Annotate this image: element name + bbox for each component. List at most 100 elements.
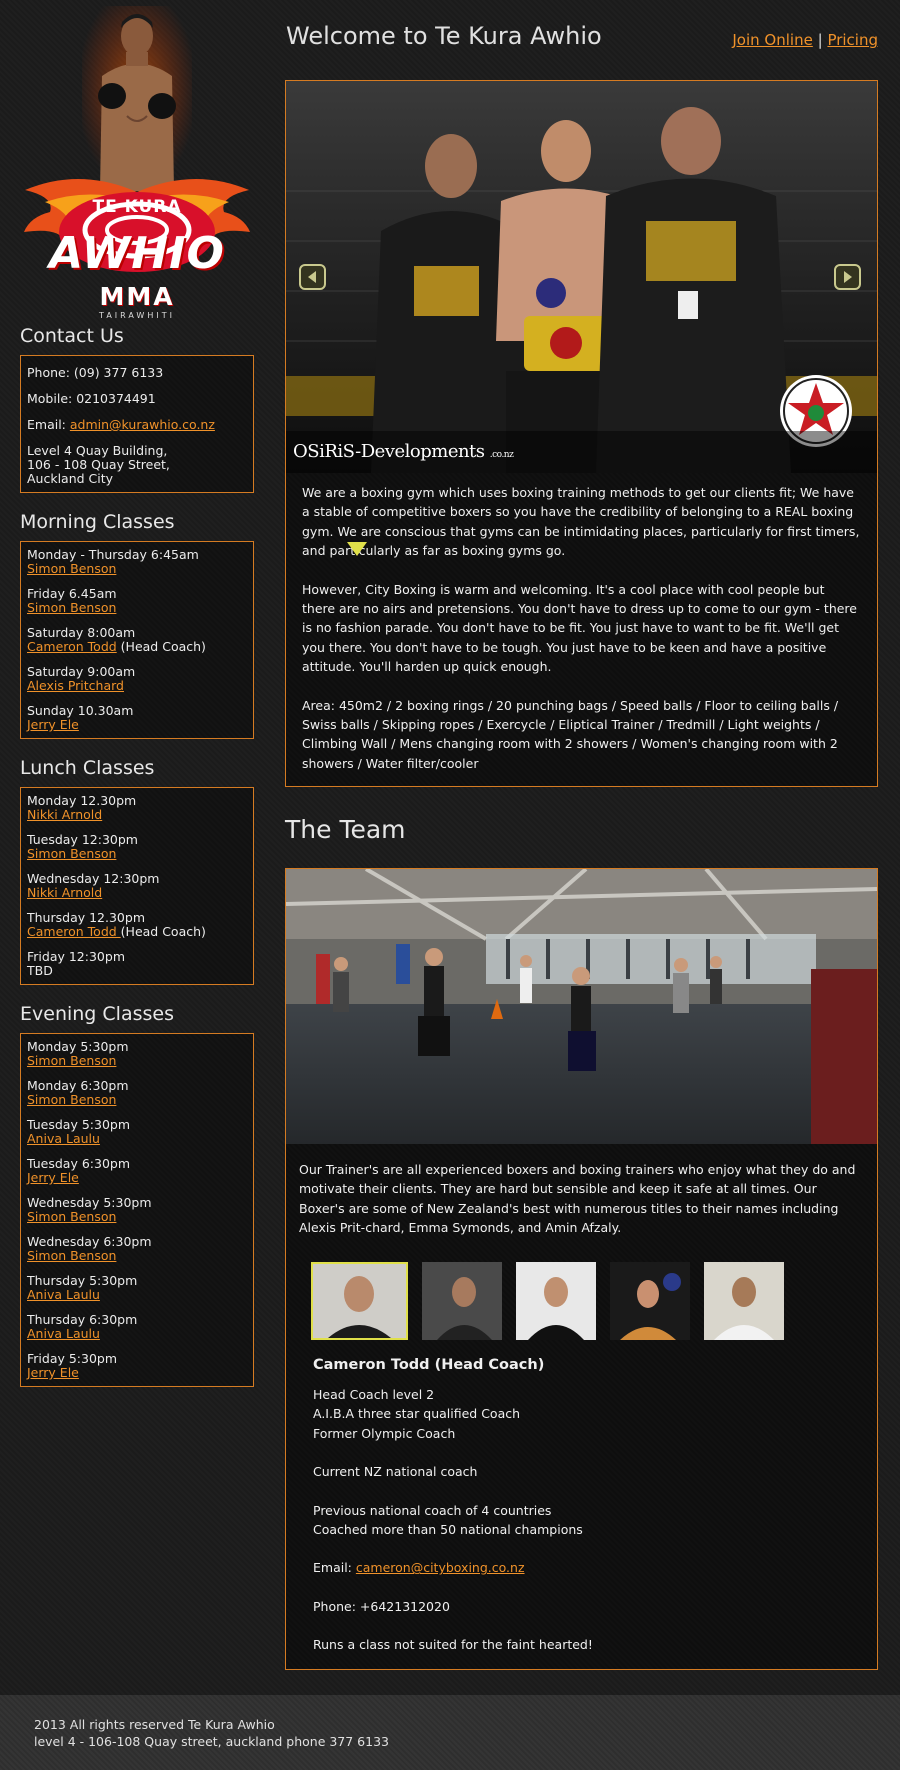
page-title: Welcome to Te Kura Awhio	[286, 22, 602, 50]
trainer-link[interactable]: Jerry Ele	[27, 1170, 79, 1185]
coach-thumb-2[interactable]	[422, 1261, 502, 1340]
class-time: Friday 12:30pm	[27, 949, 125, 964]
class-time: Tuesday 12:30pm	[27, 832, 138, 847]
intro-paragraph: We are a boxing gym which uses boxing tr…	[302, 485, 860, 559]
coach-photo	[422, 1261, 502, 1340]
trainer-link[interactable]: Simon Benson	[27, 1092, 116, 1107]
coach-thumb-5[interactable]	[704, 1261, 784, 1340]
trainer-link[interactable]: Simon Benson	[27, 1248, 116, 1263]
trainer-link[interactable]: Simon Benson	[27, 1053, 116, 1068]
trainer-link[interactable]: Aniva Laulu	[27, 1287, 100, 1302]
coach-name: Cameron Todd (Head Coach)	[313, 1356, 545, 1373]
class-time: Friday 5:30pm	[27, 1351, 118, 1366]
class-time: Monday - Thursday 6:45am	[27, 547, 199, 562]
address-line: Level 4 Quay Building,	[27, 443, 168, 458]
trainer-link[interactable]: Simon Benson	[27, 561, 116, 576]
coach-tagline: Runs a class not suited for the faint he…	[313, 1637, 593, 1653]
coach-line: Former Olympic Coach	[313, 1425, 456, 1441]
coach-photo	[516, 1261, 596, 1340]
class-time: Thursday 6:30pm	[27, 1312, 138, 1327]
trainer-link[interactable]: Cameron Todd	[27, 924, 121, 939]
watermark-text: OSiRiS-Developments	[293, 441, 485, 462]
class-time: Tuesday 5:30pm	[27, 1117, 131, 1132]
trainer-link[interactable]: Nikki Arnold	[27, 807, 102, 822]
contact-email-link[interactable]: admin@kurawhio.co.nz	[70, 417, 215, 432]
coach-thumbnails	[286, 1238, 877, 1340]
trainer-link[interactable]: Simon Benson	[27, 846, 116, 861]
trainer-note: (Head Coach)	[116, 639, 206, 654]
team-text: Our Trainer's are all experienced boxers…	[299, 1162, 856, 1236]
class-entry: Friday 12:30pm TBD	[27, 950, 247, 978]
class-entry: Monday 5:30pm Simon Benson	[27, 1040, 247, 1068]
watermark-suffix: .co.nz	[489, 450, 514, 460]
fighter-image	[82, 6, 192, 191]
class-entry: Sunday 10.30am Jerry Ele	[27, 704, 247, 732]
trainer-link[interactable]: Jerry Ele	[27, 1365, 79, 1380]
team-heading: The Team	[285, 815, 406, 844]
trainer-link[interactable]: Nikki Arnold	[27, 885, 102, 900]
class-entry: Monday 12.30pm Nikki Arnold	[27, 794, 247, 822]
coach-line: Current NZ national coach	[313, 1464, 478, 1480]
trainer-link[interactable]: Simon Benson	[27, 600, 116, 615]
footer-address: level 4 - 106-108 Quay street, auckland …	[34, 1734, 389, 1749]
coach-thumb-3[interactable]	[516, 1261, 596, 1340]
link-separator: |	[817, 31, 823, 49]
coach-email-row: Email: cameron@cityboxing.co.nz	[313, 1558, 877, 1577]
image-slider: OSiRiS-Developments .co.nz	[286, 81, 877, 473]
logo-te-kura: TE KURA	[92, 197, 182, 217]
trainer-link[interactable]: Cameron Todd	[27, 639, 117, 654]
facilities-paragraph: Area: 450m2 / 2 boxing rings / 20 punchi…	[302, 697, 839, 771]
trainer-link[interactable]: Jerry Ele	[27, 717, 79, 732]
top-links: Join Online | Pricing	[732, 31, 878, 49]
coach-line: A.I.B.A three star qualified Coach	[313, 1406, 521, 1422]
contact-mobile: Mobile: 0210374491	[27, 391, 156, 406]
coach-phone: Phone: +6421312020	[313, 1598, 450, 1614]
coach-photo	[704, 1261, 784, 1340]
class-time: Saturday 8:00am	[27, 625, 136, 640]
coach-email-link[interactable]: cameron@cityboxing.co.nz	[356, 1560, 525, 1575]
main-content: Welcome to Te Kura Awhio Join Online | P…	[285, 0, 878, 1670]
class-time: Sunday 10.30am	[27, 703, 134, 718]
address-line: 106 - 108 Quay Street,	[27, 457, 170, 472]
coach-details: Cameron Todd (Head Coach) Head Coach lev…	[286, 1340, 877, 1655]
gym-photo	[286, 869, 877, 1144]
contact-phone: Phone: (09) 377 6133	[27, 365, 164, 380]
coach-photo	[610, 1261, 690, 1340]
evening-classes-box: Monday 5:30pm Simon Benson Monday 6:30pm S…	[20, 1033, 254, 1387]
class-entry: Friday 6.45am Simon Benson	[27, 587, 247, 615]
contact-email-row: Email: admin@kurawhio.co.nz	[27, 418, 247, 432]
pricing-link[interactable]: Pricing	[827, 31, 878, 49]
trainer-link[interactable]: Aniva Laulu	[27, 1131, 100, 1146]
class-entry: Tuesday 5:30pm Aniva Laulu	[27, 1118, 247, 1146]
slider-watermark: OSiRiS-Developments .co.nz	[293, 441, 514, 462]
coach-line: Head Coach level 2	[313, 1387, 435, 1403]
trainer-link[interactable]: Aniva Laulu	[27, 1326, 100, 1341]
class-time: Monday 5:30pm	[27, 1039, 129, 1054]
coach-email-label: Email:	[313, 1560, 356, 1576]
intro-paragraph: However, City Boxing is warm and welcomi…	[302, 581, 857, 675]
slider-prev-button[interactable]	[299, 264, 326, 290]
trainer-link[interactable]: Simon Benson	[27, 1209, 116, 1224]
gym-logo[interactable]: TE KURA AWHIO MMA TAIRAWHITI	[20, 0, 254, 325]
trainer-link[interactable]: Alexis Pritchard	[27, 678, 124, 693]
slider-next-button[interactable]	[834, 264, 861, 290]
coach-thumb-4[interactable]	[610, 1261, 690, 1340]
header: Welcome to Te Kura Awhio Join Online | P…	[285, 0, 878, 80]
class-entry: Saturday 8:00am Cameron Todd (Head Coach)	[27, 626, 247, 654]
class-time: Friday 6.45am	[27, 586, 117, 601]
footer-text: 2013 All rights reserved Te Kura Awhio l…	[34, 1716, 389, 1750]
class-time: Wednesday 5:30pm	[27, 1195, 152, 1210]
class-entry: Wednesday 5:30pm Simon Benson	[27, 1196, 247, 1224]
logo-awhio: AWHIO	[49, 228, 225, 279]
slider-photo	[286, 81, 877, 473]
coach-thumb-cameron[interactable]	[311, 1261, 408, 1340]
trainer-tbd: TBD	[27, 963, 53, 978]
class-time: Thursday 5:30pm	[27, 1273, 138, 1288]
class-time: Monday 12.30pm	[27, 793, 137, 808]
arrow-right-icon	[844, 271, 852, 283]
class-time: Tuesday 6:30pm	[27, 1156, 131, 1171]
intro-panel: OSiRiS-Developments .co.nz We are a boxi…	[285, 80, 878, 787]
intro-text: We are a boxing gym which uses boxing tr…	[286, 473, 877, 773]
join-online-link[interactable]: Join Online	[732, 31, 812, 49]
class-entry: Thursday 5:30pm Aniva Laulu	[27, 1274, 247, 1302]
